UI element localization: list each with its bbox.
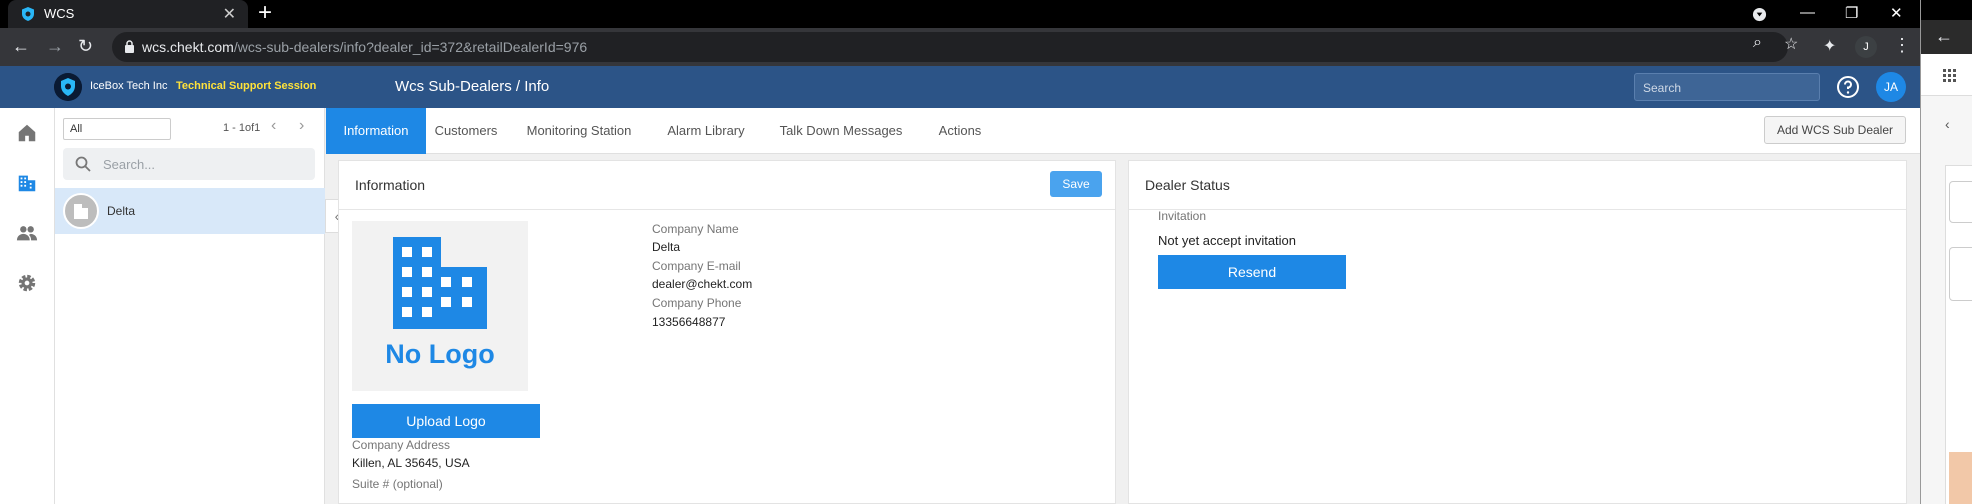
logo-placeholder: No Logo bbox=[352, 221, 528, 391]
tab-talk-down-messages[interactable]: Talk Down Messages bbox=[766, 108, 916, 154]
filter-select[interactable]: All bbox=[63, 118, 171, 140]
list-item-name: Delta bbox=[107, 204, 136, 218]
dealer-list-panel: All 1 - 1of1 ‹ › Search... Delta bbox=[55, 108, 325, 504]
reload-icon[interactable]: ↻ bbox=[78, 36, 93, 56]
chevron-right-icon[interactable]: › bbox=[299, 117, 304, 135]
no-logo-text: No Logo bbox=[385, 339, 495, 369]
invitation-label: Invitation bbox=[1158, 209, 1207, 223]
chevron-left-icon[interactable]: ‹ bbox=[1945, 116, 1950, 132]
browser-titlebar: WCS ✕ + — ❐ ✕ bbox=[0, 0, 1920, 28]
people-icon[interactable] bbox=[16, 222, 38, 244]
media-icon[interactable] bbox=[1752, 7, 1767, 22]
secondary-window: ← ‹ bbox=[1920, 0, 1972, 504]
star-icon[interactable]: ☆ bbox=[1784, 34, 1798, 54]
list-search-input[interactable]: Search... bbox=[63, 148, 315, 180]
gear-icon[interactable] bbox=[16, 272, 38, 294]
tab-information[interactable]: Information bbox=[326, 108, 426, 154]
new-tab-icon[interactable]: + bbox=[258, 1, 272, 25]
nav-rail bbox=[0, 108, 55, 504]
invitation-status: Not yet accept invitation bbox=[1158, 233, 1297, 248]
app-header: IceBox Tech Inc Technical Support Sessio… bbox=[0, 66, 1920, 108]
pager-label: 1 - 1of1 bbox=[223, 122, 261, 134]
tab-customers[interactable]: Customers bbox=[426, 108, 506, 154]
tab-alarm-library[interactable]: Alarm Library bbox=[656, 108, 756, 154]
chevron-left-icon[interactable]: ‹ bbox=[271, 117, 276, 135]
window-close-icon[interactable]: ✕ bbox=[1890, 4, 1903, 22]
apps-grid-icon[interactable] bbox=[1943, 69, 1957, 83]
company-phone-label: Company Phone bbox=[652, 296, 742, 310]
building-icon bbox=[393, 237, 487, 329]
close-icon[interactable]: ✕ bbox=[223, 4, 236, 24]
company-email-value: dealer@chekt.com bbox=[652, 277, 753, 291]
session-label: Technical Support Session bbox=[176, 80, 317, 92]
upload-logo-button[interactable]: Upload Logo bbox=[352, 404, 540, 438]
url-input[interactable]: wcs.chekt.com/wcs-sub-dealers/info?deale… bbox=[112, 32, 1788, 62]
dealer-status-card: Dealer Status bbox=[1128, 160, 1907, 504]
minimize-icon[interactable]: — bbox=[1800, 4, 1815, 21]
forward-icon[interactable]: → bbox=[46, 36, 64, 56]
company-address-label: Company Address bbox=[352, 438, 451, 452]
menu-icon[interactable]: ⋮ bbox=[1893, 35, 1911, 56]
zoom-icon[interactable]: ⌕ bbox=[1753, 34, 1762, 52]
brand-logo-icon bbox=[54, 73, 82, 101]
information-card-title: Information bbox=[355, 177, 426, 193]
lock-icon bbox=[125, 40, 134, 53]
url-path: /wcs-sub-dealers/info?dealer_id=372&reta… bbox=[233, 39, 588, 55]
company-name-label: Company Name bbox=[652, 222, 739, 236]
save-button[interactable]: Save bbox=[1050, 171, 1102, 197]
back-icon[interactable]: ← bbox=[1935, 26, 1953, 47]
list-search-placeholder: Search... bbox=[103, 157, 156, 172]
user-avatar[interactable]: JA bbox=[1876, 72, 1906, 102]
resend-button[interactable]: Resend bbox=[1158, 255, 1346, 289]
list-item[interactable]: Delta bbox=[55, 188, 325, 234]
company-name-value: Delta bbox=[652, 240, 681, 254]
extensions-icon[interactable]: ✦ bbox=[1823, 36, 1836, 56]
company-email-label: Company E-mail bbox=[652, 259, 741, 273]
profile-avatar[interactable]: J bbox=[1855, 36, 1877, 58]
dealer-avatar bbox=[63, 193, 99, 229]
tab-bar: Information Customers Monitoring Station… bbox=[326, 108, 1920, 154]
suite-label: Suite # (optional) bbox=[352, 477, 443, 491]
browser-tab[interactable]: WCS ✕ bbox=[8, 0, 248, 28]
search-icon bbox=[75, 156, 91, 172]
company-address-value: Killen, AL 35645, USA bbox=[352, 456, 470, 470]
help-icon[interactable] bbox=[1836, 75, 1860, 99]
address-bar: ← → ↻ wcs.chekt.com/wcs-sub-dealers/info… bbox=[0, 28, 1920, 66]
header-search-input[interactable]: Search bbox=[1634, 73, 1820, 101]
company-phone-value: 13356648877 bbox=[652, 315, 726, 329]
breadcrumb: Wcs Sub-Dealers / Info bbox=[395, 78, 550, 95]
tab-actions[interactable]: Actions bbox=[924, 108, 996, 154]
back-icon[interactable]: ← bbox=[12, 36, 30, 56]
dealer-status-title: Dealer Status bbox=[1145, 177, 1230, 193]
brand-name: IceBox Tech Inc bbox=[90, 80, 168, 92]
url-host: wcs.chekt.com bbox=[142, 39, 234, 55]
browser-tab-title: WCS bbox=[44, 6, 75, 21]
building-icon bbox=[74, 204, 88, 219]
restore-icon[interactable]: ❐ bbox=[1845, 4, 1858, 22]
tab-monitoring-station[interactable]: Monitoring Station bbox=[516, 108, 642, 154]
home-icon[interactable] bbox=[16, 122, 38, 144]
building-icon[interactable] bbox=[16, 172, 38, 194]
shield-icon bbox=[22, 7, 34, 21]
add-sub-dealer-button[interactable]: Add WCS Sub Dealer bbox=[1764, 116, 1906, 144]
